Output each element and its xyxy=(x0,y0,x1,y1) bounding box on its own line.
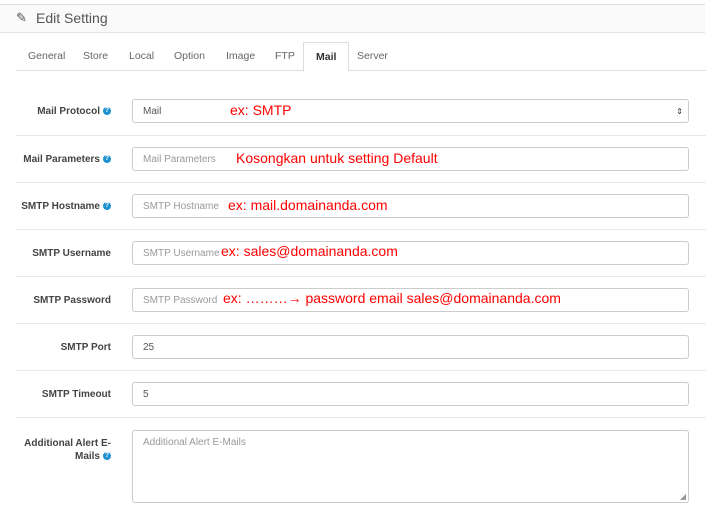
label-smtp-password: SMTP Password xyxy=(33,295,111,306)
label-smtp-port: SMTP Port xyxy=(60,342,111,353)
row-smtp-password: SMTP Password SMTP Password ex: ………→ pas… xyxy=(16,276,706,324)
tab-option[interactable]: Option xyxy=(162,42,217,70)
annotation-mail-parameters: Kosongkan untuk setting Default xyxy=(236,150,438,166)
smtp-username-input[interactable]: SMTP Username xyxy=(132,241,689,265)
tab-ftp[interactable]: FTP xyxy=(263,42,307,70)
label-smtp-timeout: SMTP Timeout xyxy=(41,389,111,400)
row-smtp-hostname: SMTP Hostname? SMTP Hostname ex: mail.do… xyxy=(16,182,706,230)
smtp-hostname-input[interactable]: SMTP Hostname xyxy=(132,194,689,218)
select-arrows-icon: ⇕ xyxy=(676,107,683,116)
pencil-icon: ✎ xyxy=(16,10,27,25)
tab-local[interactable]: Local xyxy=(117,42,166,70)
smtp-port-input[interactable]: 25 xyxy=(132,335,689,359)
tab-image[interactable]: Image xyxy=(214,42,267,70)
label-mail-protocol: Mail Protocol? xyxy=(37,106,111,117)
help-icon[interactable]: ? xyxy=(103,155,111,164)
label-smtp-hostname: SMTP Hostname? xyxy=(21,201,111,212)
settings-tabs: General Store Local Option Image FTP Mai… xyxy=(16,42,706,72)
label-alert-emails: Additional Alert E-Mails? xyxy=(24,438,111,462)
tab-server[interactable]: Server xyxy=(345,42,400,70)
label-smtp-username: SMTP Username xyxy=(32,248,111,259)
row-smtp-timeout: SMTP Timeout 5 xyxy=(16,370,706,418)
tab-store[interactable]: Store xyxy=(71,42,120,70)
annotation-smtp-hostname: ex: mail.domainanda.com xyxy=(228,197,388,213)
row-smtp-port: SMTP Port 25 xyxy=(16,323,706,371)
smtp-timeout-input[interactable]: 5 xyxy=(132,382,689,406)
annotation-smtp-password: ex: ………→ password email sales@domainanda… xyxy=(223,290,561,306)
row-mail-protocol: Mail Protocol? Mail ⇕ ex: SMTP xyxy=(16,88,706,135)
annotation-smtp-username: ex: sales@domainanda.com xyxy=(221,243,398,259)
label-mail-parameters: Mail Parameters? xyxy=(23,154,111,165)
row-smtp-username: SMTP Username SMTP Username ex: sales@do… xyxy=(16,229,706,277)
panel-header: ✎ Edit Setting xyxy=(0,4,705,33)
help-icon[interactable]: ? xyxy=(103,107,111,116)
alert-emails-textarea[interactable]: Additional Alert E-Mails ◢ xyxy=(132,430,689,503)
resize-handle-icon[interactable]: ◢ xyxy=(680,492,686,502)
panel-title: Edit Setting xyxy=(36,10,108,26)
row-mail-parameters: Mail Parameters? Mail Parameters Kosongk… xyxy=(16,135,706,183)
tab-mail[interactable]: Mail xyxy=(303,42,350,72)
annotation-mail-protocol: ex: SMTP xyxy=(230,102,292,118)
row-alert-emails: Additional Alert E-Mails? Additional Ale… xyxy=(16,417,706,527)
tab-general[interactable]: General xyxy=(16,42,77,70)
mail-protocol-select[interactable]: Mail ⇕ xyxy=(132,99,689,123)
help-icon[interactable]: ? xyxy=(103,202,111,211)
help-icon[interactable]: ? xyxy=(103,452,111,461)
